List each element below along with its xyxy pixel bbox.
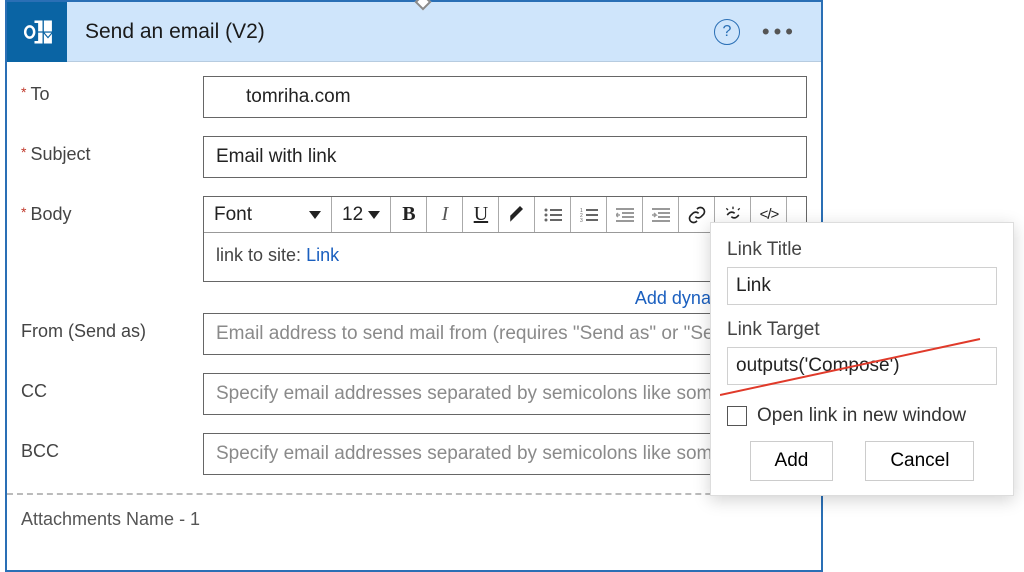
bcc-label: BCC [21,433,203,462]
cc-label: CC [21,373,203,402]
link-dialog: Link Title Link Target Open link in new … [710,222,1014,496]
body-link[interactable]: Link [306,245,339,265]
svg-text:3: 3 [580,218,583,222]
new-window-checkbox[interactable] [727,406,747,426]
outdent-button[interactable] [607,197,643,232]
to-input[interactable] [203,76,807,118]
more-menu-icon[interactable]: ••• [762,19,797,45]
bullet-list-button[interactable] [535,197,571,232]
size-select[interactable]: 12 [332,197,391,232]
attachments-label: Attachments Name - 1 [21,509,200,529]
cancel-button[interactable]: Cancel [865,441,974,481]
indent-button[interactable] [643,197,679,232]
add-button[interactable]: Add [750,441,834,481]
font-select[interactable]: Font [204,197,332,232]
subject-input[interactable] [203,136,807,178]
form-body: *To *Subject *Body Font 12 B I U [7,62,821,475]
help-icon[interactable]: ? [714,19,740,45]
card-header[interactable]: Send an email (V2) ? ••• [7,2,821,62]
color-button[interactable] [499,197,535,232]
new-window-label: Open link in new window [757,405,966,427]
card-title: Send an email (V2) [67,20,714,44]
action-card: Send an email (V2) ? ••• *To *Subject *B… [5,0,823,572]
to-label: *To [21,76,203,105]
number-list-button[interactable]: 123 [571,197,607,232]
outlook-icon [7,2,67,62]
link-title-input[interactable] [727,267,997,305]
underline-button[interactable]: U [463,197,499,232]
italic-button[interactable]: I [427,197,463,232]
link-title-label: Link Title [727,239,997,261]
bold-button[interactable]: B [391,197,427,232]
subject-label: *Subject [21,136,203,165]
body-text: link to site: [216,245,301,265]
from-label: From (Send as) [21,313,203,342]
attachments-section: Attachments Name - 1 [7,493,821,570]
link-target-input[interactable] [727,347,997,385]
body-label: *Body [21,196,203,225]
link-target-label: Link Target [727,319,997,341]
